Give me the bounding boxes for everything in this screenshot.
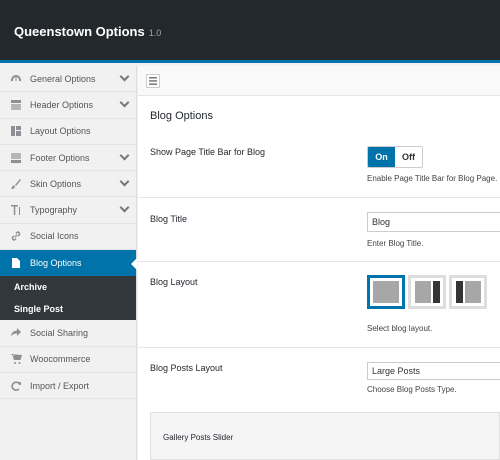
expand-button[interactable] xyxy=(146,73,160,88)
option-description: Enable Page Title Bar for Blog Page. xyxy=(367,174,498,183)
brush-icon xyxy=(11,178,21,189)
toggle-off-button[interactable]: Off xyxy=(395,147,422,167)
typography-icon xyxy=(11,205,20,216)
chevron-down-icon xyxy=(119,97,130,108)
link-icon xyxy=(11,231,21,242)
gallery-section-label: Gallery Posts Slider xyxy=(163,433,234,442)
grid-icon xyxy=(149,76,157,85)
option-row-blog-title: Blog Title Blog Enter Blog Title. xyxy=(138,198,500,262)
blog-title-input[interactable]: Blog xyxy=(367,212,500,232)
footer-icon xyxy=(11,152,21,163)
sidebar-item-label: Typography xyxy=(30,205,78,216)
option-description: Select blog layout. xyxy=(367,324,433,333)
main-content: Blog Options Show Page Title Bar for Blo… xyxy=(138,66,500,460)
sidebar-item-label: Woocommerce xyxy=(30,354,91,365)
toggle-on-button[interactable]: On xyxy=(368,147,395,167)
option-row-posts-layout: Blog Posts Layout Large Posts Choose Blo… xyxy=(138,348,500,412)
option-description: Choose Blog Posts Type. xyxy=(367,385,457,394)
refresh-icon xyxy=(11,380,21,391)
sidebar-item-layout-options[interactable]: Layout Options xyxy=(0,119,136,145)
layout-picker xyxy=(367,275,487,309)
sidebar-item-social-icons[interactable]: Social Icons xyxy=(0,224,136,251)
header-icon xyxy=(11,99,21,110)
chevron-down-icon xyxy=(119,176,130,187)
title-bar-toggle[interactable]: On Off xyxy=(367,146,423,168)
chevron-down-icon xyxy=(119,150,130,161)
sidebar-item-label: Header Options xyxy=(30,99,94,110)
subnav-item-single-post[interactable]: Single Post xyxy=(0,298,136,320)
gauge-icon xyxy=(11,74,21,81)
sidebar-item-footer-options[interactable]: Footer Options xyxy=(0,145,136,172)
toolbar xyxy=(138,66,500,96)
sidebar-item-label: Layout Options xyxy=(30,126,91,137)
sidebar-item-social-sharing[interactable]: Social Sharing xyxy=(0,320,136,347)
sidebar-item-header-options[interactable]: Header Options xyxy=(0,92,136,119)
share-icon xyxy=(11,328,21,338)
layout-option-right-sidebar[interactable] xyxy=(408,275,446,309)
sidebar-item-label: Import / Export xyxy=(30,380,90,391)
option-label: Show Page Title Bar for Blog xyxy=(150,147,266,157)
sidebar-item-label: General Options xyxy=(30,73,96,84)
sidebar-subnav: Archive Single Post xyxy=(0,276,136,321)
sidebar-item-woocommerce[interactable]: Woocommerce xyxy=(0,347,136,373)
app-title-text: Queenstown Options xyxy=(14,24,145,39)
app-version: 1.0 xyxy=(148,28,162,38)
option-label: Blog Layout xyxy=(150,277,198,287)
sidebar-item-label: Social Icons xyxy=(30,231,79,242)
option-label: Blog Title xyxy=(150,214,188,224)
chevron-down-icon xyxy=(119,71,130,82)
section-title: Blog Options xyxy=(150,110,213,122)
layout-option-left-sidebar[interactable] xyxy=(449,275,487,309)
option-label: Blog Posts Layout xyxy=(150,363,223,373)
posts-layout-select[interactable]: Large Posts xyxy=(367,362,500,380)
gallery-section-header[interactable]: Gallery Posts Slider xyxy=(150,412,500,460)
sidebar-item-general-options[interactable]: General Options xyxy=(0,66,136,93)
app-title: Queenstown Options 1.0 xyxy=(14,24,161,39)
sidebar-item-label: Footer Options xyxy=(30,152,90,163)
sidebar: General Options Header Options Layout Op… xyxy=(0,66,137,460)
app-header: Queenstown Options 1.0 xyxy=(0,0,500,63)
option-description: Enter Blog Title. xyxy=(367,239,424,248)
sidebar-item-import-export[interactable]: Import / Export xyxy=(0,373,136,400)
subnav-item-archive[interactable]: Archive xyxy=(0,276,136,298)
option-row-title-bar: Show Page Title Bar for Blog On Off Enab… xyxy=(138,130,500,198)
sidebar-item-label: Social Sharing xyxy=(30,328,89,339)
layout-option-full[interactable] xyxy=(367,275,405,309)
document-icon xyxy=(12,258,20,269)
sidebar-item-label: Blog Options xyxy=(30,258,82,269)
sidebar-item-blog-options[interactable]: Blog Options xyxy=(0,250,137,277)
cart-icon xyxy=(10,354,22,365)
layout-icon xyxy=(11,126,21,137)
sidebar-item-typography[interactable]: Typography xyxy=(0,197,136,224)
sidebar-item-skin-options[interactable]: Skin Options xyxy=(0,171,136,198)
option-row-blog-layout: Blog Layout Select blog layout. xyxy=(138,262,500,348)
sidebar-item-label: Skin Options xyxy=(30,178,82,189)
chevron-down-icon xyxy=(119,203,130,213)
